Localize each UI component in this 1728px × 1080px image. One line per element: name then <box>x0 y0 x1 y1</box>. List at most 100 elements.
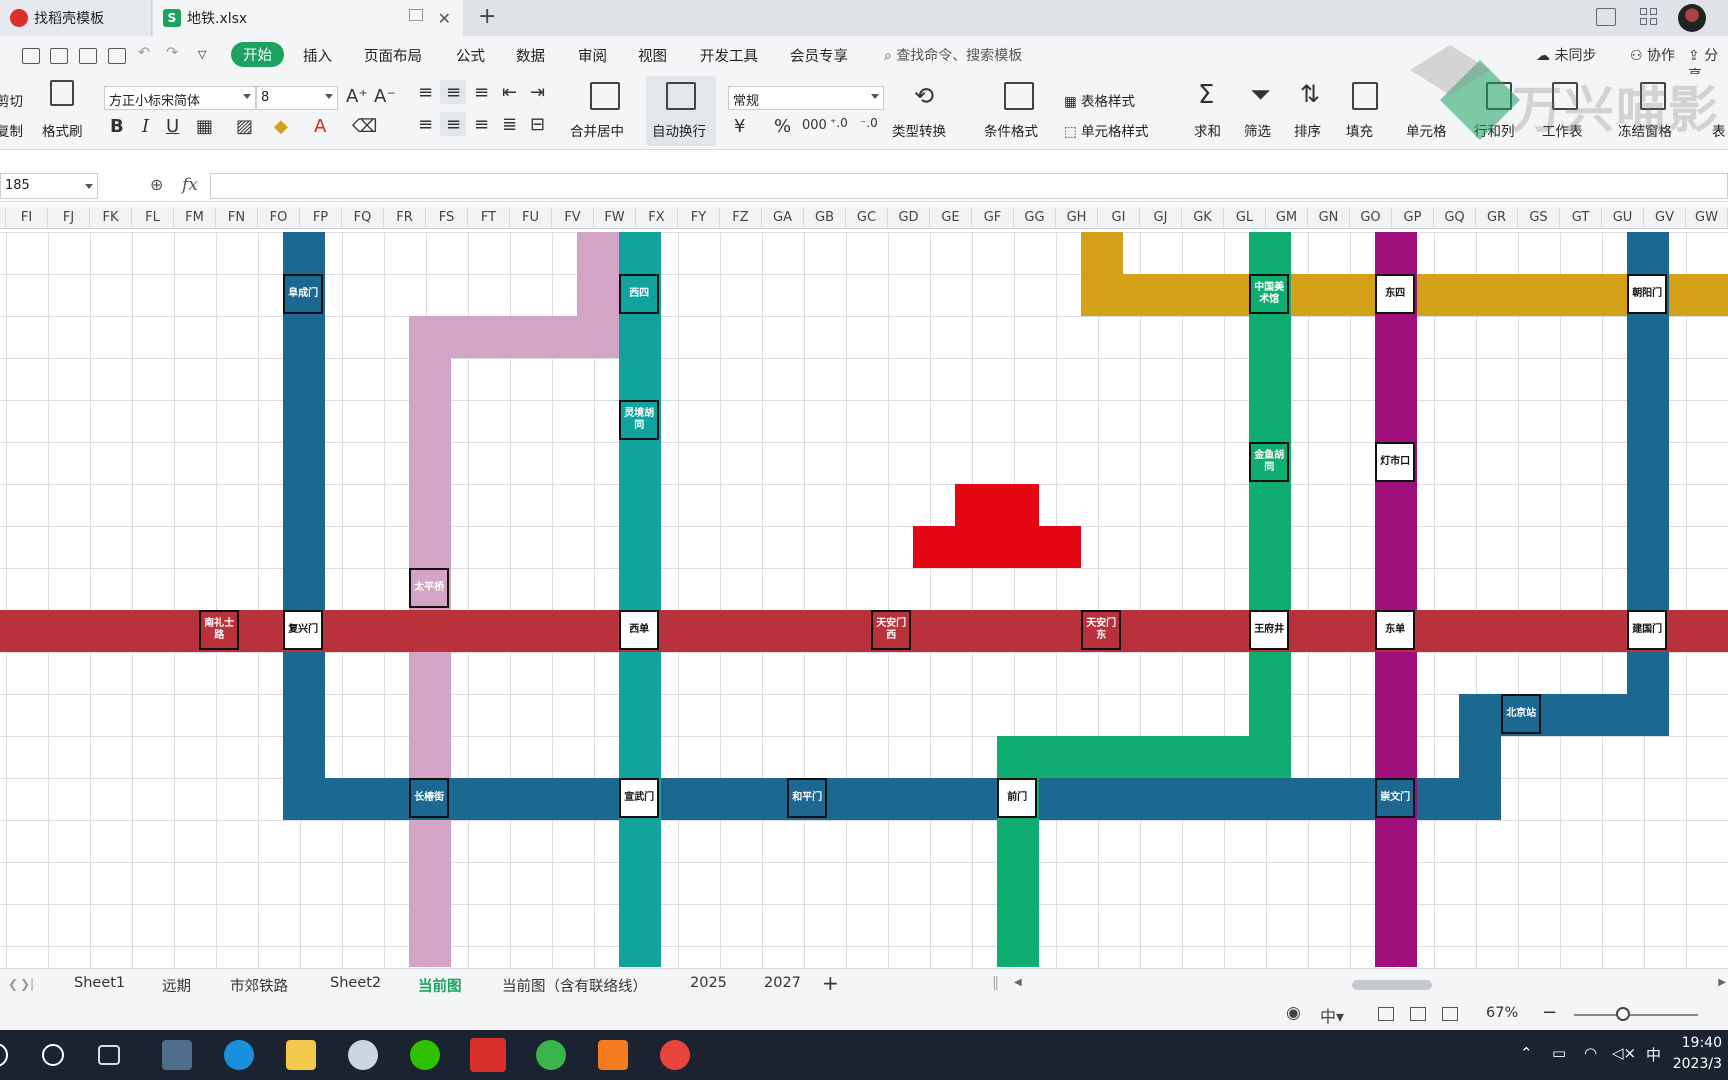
name-box[interactable]: 185 <box>0 173 98 199</box>
italic-button[interactable]: I <box>142 116 149 137</box>
station-dengshikou[interactable]: 灯市口 <box>1375 442 1416 482</box>
start-icon[interactable] <box>0 1043 8 1067</box>
border-icon[interactable]: ▦ <box>196 116 213 137</box>
column-header[interactable]: FZ <box>720 207 762 229</box>
task-view-icon[interactable] <box>98 1045 120 1065</box>
sheet-tab-sheet1[interactable]: Sheet1 <box>74 975 125 991</box>
user-avatar[interactable] <box>1678 4 1706 32</box>
battery-icon[interactable]: ▭ <box>1552 1044 1566 1062</box>
column-header[interactable]: GG <box>1014 207 1056 229</box>
column-header[interactable]: GI <box>1098 207 1140 229</box>
system-clock[interactable]: 19:40 2023/3 <box>1673 1033 1722 1075</box>
column-header[interactable]: FS <box>426 207 468 229</box>
station-lingjing-hutong[interactable]: 灵境胡同 <box>619 400 660 440</box>
increase-decimal-icon[interactable]: ⁺.0 <box>830 116 848 130</box>
align-middle-icon[interactable]: ≡ <box>446 82 461 103</box>
indent-increase-icon[interactable]: ⇥ <box>530 82 545 103</box>
column-header[interactable]: FO <box>258 207 300 229</box>
station-jinyu-hutong[interactable]: 金鱼胡同 <box>1249 442 1290 482</box>
table-tools-button[interactable]: 表 <box>1712 120 1726 140</box>
freeze-panes-button[interactable]: 冻结窗格 <box>1618 120 1672 140</box>
print-preview-icon[interactable] <box>108 48 126 64</box>
filter-button[interactable]: 筛选 <box>1244 120 1271 140</box>
station-dongsi[interactable]: 东四 <box>1375 274 1416 314</box>
station-tiananmen-east[interactable]: 天安门东 <box>1081 610 1122 650</box>
column-header[interactable]: GN <box>1308 207 1350 229</box>
cortana-search-icon[interactable] <box>42 1044 64 1066</box>
sync-status-button[interactable]: ☁ 未同步 <box>1536 45 1596 65</box>
zoom-level[interactable]: 67% <box>1486 1005 1518 1021</box>
refresh-app-icon[interactable] <box>536 1040 566 1070</box>
menu-developer[interactable]: 开发工具 <box>700 45 758 66</box>
menu-data[interactable]: 数据 <box>516 45 545 66</box>
column-header[interactable]: FW <box>594 207 636 229</box>
menu-member[interactable]: 会员专享 <box>790 45 848 66</box>
station-jianguomen[interactable]: 建国门 <box>1627 610 1668 650</box>
zoom-slider[interactable] <box>1574 1014 1698 1016</box>
menu-formulas[interactable]: 公式 <box>456 45 485 66</box>
font-color-icon[interactable]: A <box>314 116 326 137</box>
column-header[interactable]: GC <box>846 207 888 229</box>
column-header[interactable]: FT <box>468 207 510 229</box>
station-dongdan[interactable]: 东单 <box>1375 610 1416 650</box>
decrease-decimal-icon[interactable]: ⁻.0 <box>860 116 878 130</box>
menu-page-layout[interactable]: 页面布局 <box>364 45 422 66</box>
add-sheet-plus-icon[interactable]: + <box>822 971 839 995</box>
station-xisi[interactable]: 西四 <box>619 274 660 314</box>
page-layout-view-icon[interactable] <box>1410 1007 1426 1021</box>
menu-home[interactable]: 开始 <box>231 42 284 67</box>
station-beijing-station[interactable]: 北京站 <box>1501 694 1542 734</box>
print-icon[interactable] <box>79 48 97 64</box>
indent-decrease-icon[interactable]: ⇤ <box>502 82 517 103</box>
sort-button[interactable]: 排序 <box>1294 120 1321 140</box>
conditional-format-button[interactable]: 条件格式 <box>984 120 1038 140</box>
scroll-sheets-prev-icon[interactable]: ❮ <box>8 977 18 991</box>
column-header[interactable]: GQ <box>1434 207 1476 229</box>
type-convert-button[interactable]: 类型转换 <box>892 120 946 140</box>
command-search[interactable]: ⌕ 查找命令、搜索模板 <box>884 45 1022 65</box>
zoom-out-icon[interactable]: − <box>1542 1002 1557 1023</box>
sheet-tab-current-map[interactable]: 当前图 <box>418 975 462 1002</box>
font-size-select[interactable]: 8 <box>256 86 338 110</box>
column-header[interactable]: FY <box>678 207 720 229</box>
save-icon[interactable] <box>22 48 40 64</box>
column-header[interactable]: FM <box>174 207 216 229</box>
collaborate-button[interactable]: ⚇ 协作 <box>1630 45 1675 65</box>
column-header[interactable]: FV <box>552 207 594 229</box>
calculator-icon[interactable] <box>162 1040 192 1070</box>
station-chongwenmen[interactable]: 崇文门 <box>1375 778 1416 818</box>
sheet-tab-2025[interactable]: 2025 <box>690 975 727 991</box>
column-header[interactable]: FI <box>6 207 48 229</box>
station-xuanwumen[interactable]: 宣武门 <box>619 778 660 818</box>
eye-protection-icon[interactable]: ◉ <box>1286 1003 1301 1023</box>
bold-button[interactable]: B <box>110 116 124 137</box>
distributed-align-icon[interactable]: ⊟ <box>530 114 545 135</box>
align-bottom-icon[interactable]: ≡ <box>474 82 489 103</box>
window-layout-icon[interactable] <box>1596 8 1616 26</box>
align-top-icon[interactable]: ≡ <box>418 82 433 103</box>
apps-grid-icon[interactable] <box>1640 8 1658 26</box>
station-wangfujing[interactable]: 王府井 <box>1249 610 1290 650</box>
menu-view[interactable]: 视图 <box>638 45 667 66</box>
column-header[interactable]: FX <box>636 207 678 229</box>
tab-splitter-handle[interactable]: ‖ <box>992 975 999 991</box>
page-break-view-icon[interactable] <box>1442 1007 1458 1021</box>
column-header[interactable]: GK <box>1182 207 1224 229</box>
station-taipingqiao[interactable]: 太平桥 <box>409 568 450 608</box>
station-nanlishilu[interactable]: 南礼士路 <box>199 610 240 650</box>
sheet-tab-future[interactable]: 远期 <box>162 975 191 996</box>
cell-fill-pattern-icon[interactable]: ▨ <box>236 116 253 137</box>
scroll-left-arrow-icon[interactable]: ◀ <box>1014 977 1022 988</box>
fx-icon[interactable]: fx <box>182 175 198 195</box>
export-pdf-icon[interactable] <box>50 48 68 64</box>
tab-find-templates[interactable]: 找稻壳模板 <box>0 0 152 36</box>
worksheet-button[interactable]: 工作表 <box>1542 120 1583 140</box>
column-header[interactable]: GA <box>762 207 804 229</box>
station-xidan[interactable]: 西单 <box>619 610 660 650</box>
fill-color-icon[interactable]: ◆ <box>274 116 288 137</box>
sheet-tab-current-map-with-links[interactable]: 当前图（含有联络线） <box>502 975 647 996</box>
formula-input[interactable] <box>210 173 1728 199</box>
station-tiananmen-west[interactable]: 天安门西 <box>871 610 912 650</box>
align-right-icon[interactable]: ≡ <box>474 114 489 135</box>
sheet-tab-sheet2[interactable]: Sheet2 <box>330 975 381 991</box>
